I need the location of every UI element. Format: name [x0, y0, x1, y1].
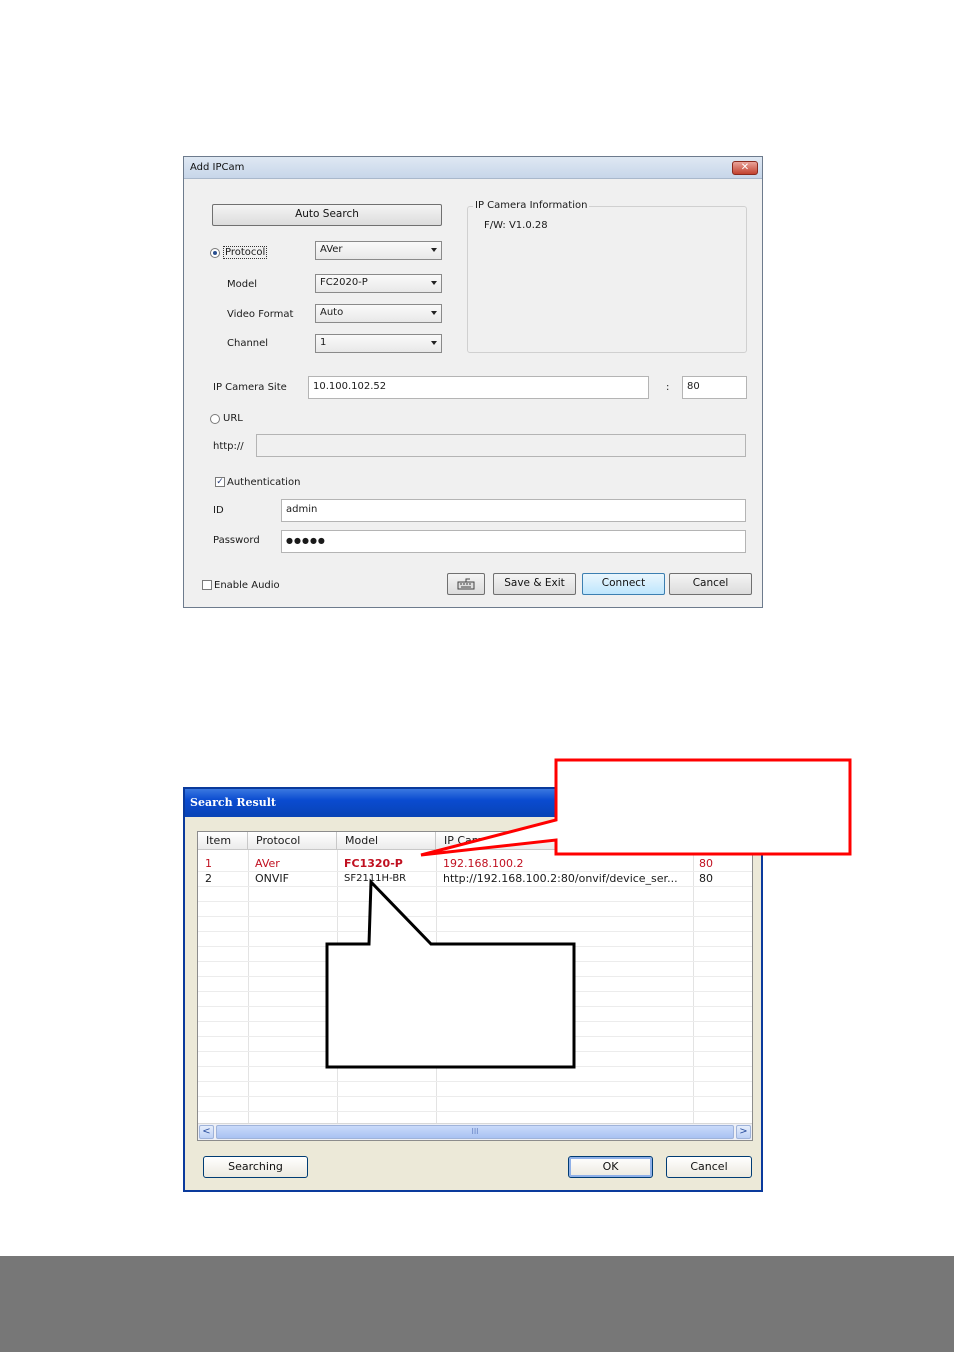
column-header-protocol[interactable]: Protocol [248, 832, 337, 850]
firmware-version: F/W: V1.0.28 [484, 220, 548, 231]
column-divider [436, 850, 437, 1123]
column-divider [693, 850, 694, 1123]
dialog-titlebar: Search Result [185, 789, 761, 817]
model-value: FC2020-P [320, 277, 368, 288]
protocol-label: Protocol [223, 246, 268, 259]
row-line [198, 931, 752, 932]
url-radio[interactable] [210, 414, 220, 424]
authentication-checkbox[interactable]: ✓ [215, 477, 225, 487]
video-format-label: Video Format [227, 309, 294, 320]
auto-search-button[interactable]: Auto Search [212, 204, 442, 226]
chevron-down-icon [431, 281, 437, 285]
cell-item: 2 [205, 872, 212, 885]
close-icon[interactable]: ✕ [732, 161, 758, 175]
cell-model: FC1320-P [344, 857, 403, 870]
row-line [198, 1036, 752, 1037]
channel-label: Channel [227, 338, 269, 349]
chevron-down-icon [431, 311, 437, 315]
row-line [198, 1006, 752, 1007]
footer-band [0, 1256, 954, 1352]
row-line [198, 1066, 752, 1067]
port-separator: : [666, 382, 670, 393]
id-label: ID [213, 505, 224, 516]
model-select[interactable]: FC2020-P [315, 274, 442, 293]
url-input[interactable] [256, 434, 746, 457]
row-line [198, 946, 752, 947]
port-input[interactable]: 80 [682, 376, 747, 399]
enable-audio-checkbox[interactable] [202, 580, 212, 590]
camera-info-group-label: IP Camera Information [473, 200, 590, 211]
column-header-model[interactable]: Model [337, 832, 436, 850]
searching-button[interactable]: Searching [203, 1156, 308, 1178]
search-result-table: Item Protocol Model IP Camera Site 1 AVe… [197, 831, 753, 1141]
column-divider [337, 850, 338, 1123]
protocol-select[interactable]: AVer [315, 241, 442, 260]
column-header-item[interactable]: Item [198, 832, 248, 850]
authentication-label: Authentication [227, 477, 301, 488]
url-label: URL [223, 413, 243, 424]
protocol-radio[interactable] [210, 248, 220, 258]
row-line [198, 1096, 752, 1097]
channel-value: 1 [320, 337, 327, 348]
cell-port: 80 [699, 872, 713, 885]
keyboard-icon [457, 578, 475, 590]
cell-site: 192.168.100.2 [443, 857, 524, 870]
scroll-thumb[interactable]: III [216, 1125, 734, 1139]
row-line [198, 901, 752, 902]
row-line [198, 1081, 752, 1082]
ok-button[interactable]: OK [568, 1156, 653, 1178]
ip-site-label: IP Camera Site [213, 382, 287, 393]
password-label: Password [213, 535, 260, 546]
search-result-dialog: Search Result Item Protocol Model IP Cam… [183, 787, 763, 1192]
column-header-ip-site[interactable]: IP Camera Site [436, 832, 693, 850]
dialog-title: Search Result [190, 796, 276, 809]
video-format-value: Auto [320, 307, 344, 318]
scroll-left-icon[interactable]: < [199, 1125, 214, 1139]
column-header-port[interactable] [693, 832, 752, 850]
ip-site-input[interactable]: 10.100.102.52 [308, 376, 649, 399]
chevron-down-icon [431, 248, 437, 252]
row-line [198, 916, 752, 917]
cell-port: 80 [699, 857, 713, 870]
http-label: http:// [213, 441, 244, 452]
row-line [198, 886, 752, 887]
column-divider [248, 850, 249, 1123]
password-input[interactable]: ●●●●● [281, 530, 746, 553]
cell-model: SF2111H-BR [344, 873, 407, 884]
enable-audio-label: Enable Audio [214, 580, 280, 591]
add-ipcam-dialog: Add IPCam ✕ Auto Search Protocol AVer Mo… [183, 156, 763, 608]
row-line [198, 976, 752, 977]
channel-select[interactable]: 1 [315, 334, 442, 353]
cell-protocol: AVer [255, 857, 280, 870]
chevron-down-icon [431, 341, 437, 345]
dialog-title: Add IPCam [190, 162, 245, 173]
cell-protocol: ONVIF [255, 872, 289, 885]
row-line [198, 961, 752, 962]
connect-button[interactable]: Connect [582, 573, 665, 595]
protocol-value: AVer [320, 244, 343, 255]
dialog-titlebar: Add IPCam ✕ [184, 157, 762, 179]
id-input[interactable]: admin [281, 499, 746, 522]
row-line [198, 1021, 752, 1022]
row-line [198, 1111, 752, 1112]
keyboard-button[interactable] [447, 573, 485, 595]
cancel-button[interactable]: Cancel [666, 1156, 752, 1178]
save-exit-button[interactable]: Save & Exit [493, 573, 576, 595]
model-label: Model [227, 279, 258, 290]
row-line [198, 1051, 752, 1052]
cancel-button[interactable]: Cancel [669, 573, 752, 595]
video-format-select[interactable]: Auto [315, 304, 442, 323]
row-line [198, 991, 752, 992]
cell-site: http://192.168.100.2:80/onvif/device_ser… [443, 872, 678, 885]
scroll-right-icon[interactable]: > [736, 1125, 751, 1139]
cell-item: 1 [205, 857, 212, 870]
horizontal-scrollbar[interactable]: < III > [198, 1123, 752, 1140]
